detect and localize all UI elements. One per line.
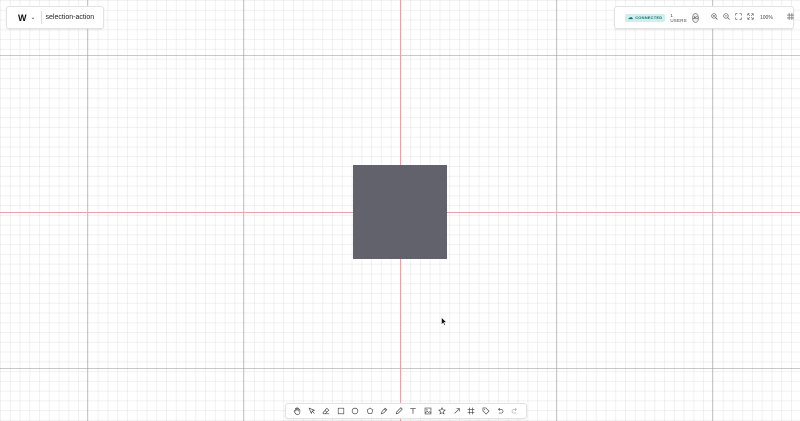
select-arrow-icon[interactable] [308, 407, 316, 415]
zoom-out-icon[interactable] [723, 13, 730, 22]
eraser-icon[interactable] [322, 407, 330, 415]
fullscreen-icon[interactable] [747, 13, 754, 22]
undo-icon[interactable] [496, 407, 504, 415]
app-logo[interactable]: W [18, 13, 27, 23]
fit-screen-icon[interactable] [735, 13, 742, 22]
users-count: 1 USERS [670, 12, 687, 23]
canvas-rectangle-shape[interactable] [353, 165, 447, 259]
grid-toggle-icon[interactable] [786, 13, 794, 22]
image-icon[interactable] [424, 407, 432, 415]
grid-major-line [556, 0, 557, 421]
zoom-in-icon[interactable] [711, 13, 718, 22]
status-bar: ☁ CONNECTED 1 USERS JC 100% [614, 6, 794, 29]
grid-major-line [243, 0, 244, 421]
redo-icon[interactable] [511, 407, 519, 415]
zoom-level[interactable]: 100% [760, 15, 773, 21]
chevron-down-icon[interactable]: ⌄ [31, 14, 36, 21]
tool-palette [285, 403, 527, 419]
connection-status: CONNECTED [635, 15, 663, 20]
frame-icon[interactable] [467, 407, 475, 415]
pencil-icon[interactable] [395, 407, 403, 415]
star-icon[interactable] [438, 407, 447, 415]
pen-icon[interactable] [380, 407, 388, 415]
divider [40, 11, 42, 24]
avatar[interactable]: JC [691, 12, 699, 23]
polygon-icon[interactable] [366, 407, 374, 415]
text-icon[interactable] [409, 407, 417, 415]
grid-major-line [87, 0, 88, 421]
rectangle-icon[interactable] [337, 407, 345, 415]
board-title[interactable]: selection-action [46, 14, 95, 21]
cloud-icon: ☁ [628, 14, 634, 21]
ellipse-icon[interactable] [351, 407, 359, 415]
connection-badge: ☁ CONNECTED [625, 13, 666, 22]
board-header: W ⌄ selection-action [6, 6, 104, 29]
grid-major-line [712, 0, 713, 421]
arrow-icon[interactable] [453, 407, 461, 415]
mouse-cursor-icon [441, 313, 448, 331]
tag-icon[interactable] [482, 407, 490, 415]
hand-icon[interactable] [293, 407, 301, 415]
